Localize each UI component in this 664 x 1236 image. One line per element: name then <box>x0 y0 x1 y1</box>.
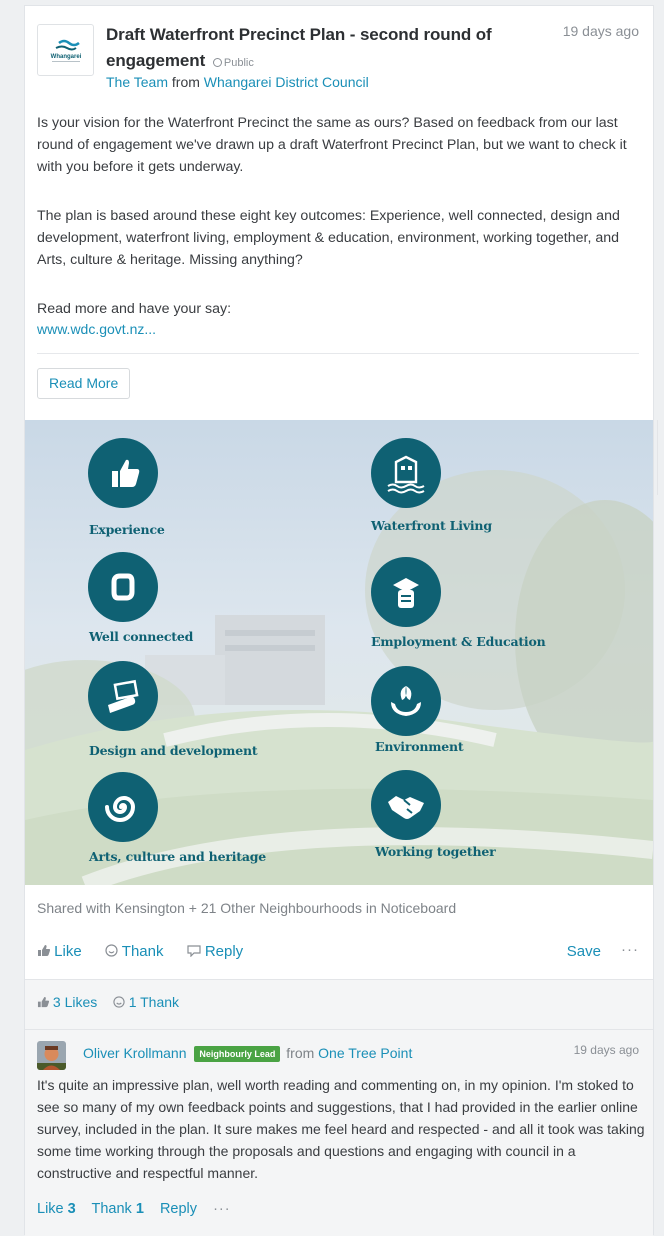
post-actions: Like Thank Reply <box>37 943 262 960</box>
post-paragraph-2: The plan is based around these eight key… <box>37 208 620 268</box>
post-paragraph-3: Read more and have your say: <box>37 301 232 317</box>
from-word: from <box>171 74 200 90</box>
visibility-label: Public <box>212 57 254 69</box>
comment-header: Oliver Krollmann Neighbourly Lead from O… <box>83 1045 412 1062</box>
label-employment-education: Employment & Education <box>371 634 546 649</box>
avatar-icon <box>37 1041 66 1070</box>
logo-text: Whangarei <box>51 54 82 60</box>
more-options-button[interactable]: ··· <box>621 941 639 958</box>
post-title[interactable]: Draft Waterfront Precinct Plan - second … <box>106 22 536 76</box>
label-experience: Experience <box>89 522 165 537</box>
comment-text: It's quite an impressive plan, well wort… <box>37 1077 645 1181</box>
save-button[interactable]: Save <box>567 943 601 960</box>
smile-icon <box>105 944 118 957</box>
thumbs-up-icon <box>38 945 51 956</box>
thank-label: Thank <box>121 943 164 960</box>
visibility-text: Public <box>223 57 254 69</box>
like-label: Like <box>54 943 82 960</box>
comment-more-options-button[interactable]: ··· <box>213 1201 231 1217</box>
plans-icon <box>88 661 158 731</box>
comment-from-word: from <box>286 1045 315 1061</box>
like-button[interactable]: Like <box>37 943 86 960</box>
comment-like-count: 3 <box>67 1201 76 1217</box>
post-card: Whangarei Draft Waterfront Precinct Plan… <box>24 5 654 1236</box>
author-link[interactable]: The Team <box>106 74 168 90</box>
organisation-link[interactable]: Whangarei District Council <box>204 74 369 90</box>
post-paragraph-1: Is your vision for the Waterfront Precin… <box>37 115 627 175</box>
reaction-counts: 3 Likes 1 Thank <box>37 994 179 1010</box>
commenter-avatar[interactable] <box>37 1041 66 1070</box>
comment-like-label: Like <box>37 1201 64 1217</box>
graduate-icon <box>371 557 441 627</box>
label-design-development: Design and development <box>89 743 258 758</box>
hands-leaf-icon <box>371 666 441 736</box>
comment-timestamp: 19 days ago <box>573 1043 639 1057</box>
scrollbar-edge <box>657 420 658 495</box>
comment-actions: Like 3 Thank 1 Reply ··· <box>37 1201 231 1217</box>
globe-icon <box>212 58 222 67</box>
thank-button[interactable]: Thank <box>105 943 168 960</box>
comment-thank-button[interactable]: Thank 1 <box>92 1201 144 1217</box>
comment-reply-button[interactable]: Reply <box>160 1201 197 1217</box>
label-well-connected: Well connected <box>89 629 194 644</box>
label-waterfront-living: Waterfront Living <box>371 518 492 533</box>
label-arts-culture-heritage: Arts, culture and heritage <box>89 849 267 864</box>
comment-thank-label: Thank <box>91 1201 132 1217</box>
reply-icon <box>187 945 201 958</box>
likes-count-link[interactable]: 3 Likes <box>53 994 97 1010</box>
council-logo[interactable]: Whangarei <box>37 24 94 76</box>
shared-with-text: Shared with Kensington + 21 Other Neighb… <box>37 900 457 916</box>
post-byline: The Team from Whangarei District Council <box>106 74 369 90</box>
neighbourly-lead-badge: Neighbourly Lead <box>194 1046 281 1062</box>
commenter-location-link[interactable]: One Tree Point <box>318 1045 412 1061</box>
handshake-icon <box>371 770 441 840</box>
thumbs-up-icon <box>88 438 158 508</box>
post-url-link[interactable]: www.wdc.govt.nz... <box>37 321 156 337</box>
post-timestamp: 19 days ago <box>562 23 639 39</box>
thanks-count-link[interactable]: 1 Thank <box>129 994 179 1010</box>
comment-thank-count: 1 <box>135 1201 144 1217</box>
read-more-button[interactable]: Read More <box>37 368 131 399</box>
spiral-icon <box>88 772 158 842</box>
divider <box>37 353 639 354</box>
post-image[interactable]: Experience Waterfront Living Well connec… <box>25 420 653 885</box>
council-logo-icon: Whangarei <box>51 39 82 62</box>
reply-button[interactable]: Reply <box>187 943 244 960</box>
comment-like-button[interactable]: Like 3 <box>37 1201 76 1217</box>
label-environment: Environment <box>375 739 464 754</box>
smile-icon <box>113 996 125 1008</box>
commenter-name-link[interactable]: Oliver Krollmann <box>83 1045 186 1061</box>
label-working-together: Working together <box>375 844 496 859</box>
reply-label: Reply <box>204 943 244 960</box>
post-title-text[interactable]: Draft Waterfront Precinct Plan - second … <box>106 25 492 70</box>
building-icon <box>371 438 441 508</box>
connected-icon <box>88 552 158 622</box>
thumbs-up-icon <box>37 997 50 1008</box>
